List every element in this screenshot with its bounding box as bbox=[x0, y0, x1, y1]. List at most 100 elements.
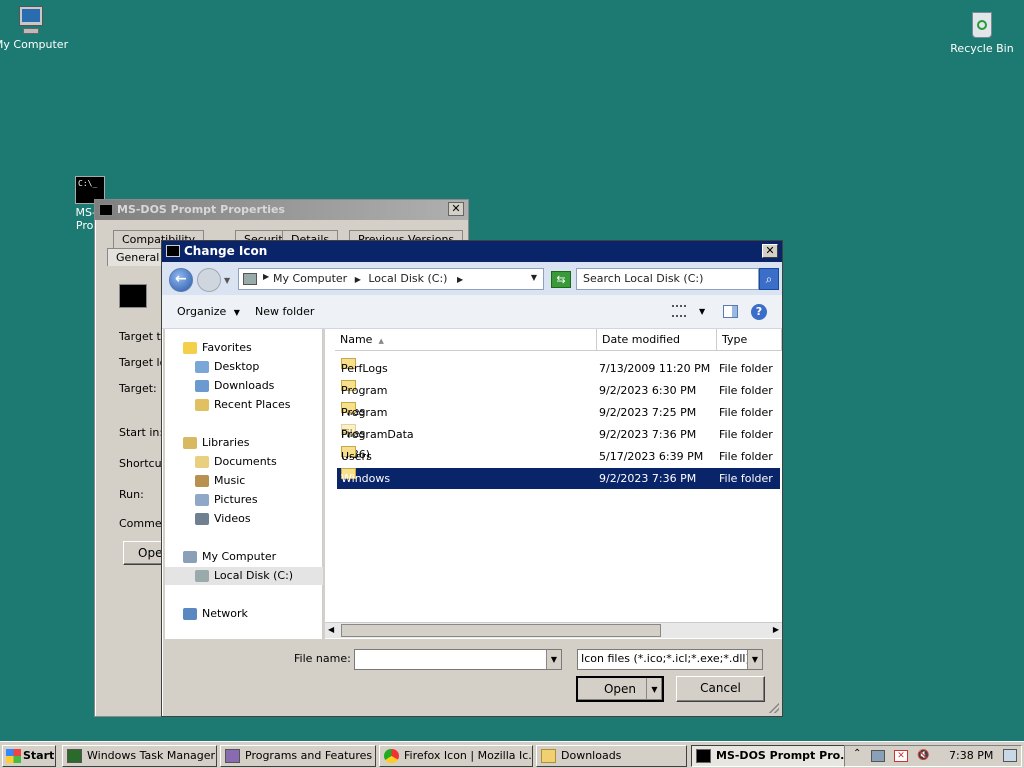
back-button[interactable]: ← bbox=[169, 268, 193, 292]
volume-muted-icon[interactable]: 🔇 bbox=[917, 750, 931, 762]
desktop-icon-label: Recycle Bin bbox=[950, 42, 1014, 55]
tab-general[interactable]: General bbox=[107, 248, 169, 266]
dialog-titlebar[interactable]: Change Icon ✕ bbox=[162, 241, 782, 262]
table-row[interactable]: Program Files9/2/2023 6:30 PMFile folder bbox=[337, 380, 780, 418]
nav-local-disk[interactable]: Local Disk (C:) bbox=[165, 567, 323, 585]
shortcut-icon bbox=[119, 284, 147, 308]
recent-places-icon bbox=[195, 399, 209, 411]
table-row[interactable]: ProgramData 9/2/2023 7:36 PM File folder bbox=[337, 424, 780, 445]
pictures-icon bbox=[195, 494, 209, 506]
computer-icon bbox=[183, 551, 197, 563]
shortcut-key-label: Shortcu bbox=[119, 457, 162, 470]
new-folder-button[interactable]: New folder bbox=[255, 305, 314, 318]
task-firefox[interactable]: Firefox Icon | Mozilla Ic... bbox=[379, 745, 533, 767]
change-icon-dialog[interactable]: Change Icon ✕ ← ▼ ▶ My Computer ▶ Local … bbox=[161, 240, 783, 717]
table-row[interactable]: Users 5/17/2023 6:39 PM File folder bbox=[337, 446, 780, 467]
folder-icon bbox=[541, 749, 556, 763]
scrollbar-thumb[interactable] bbox=[341, 624, 661, 637]
column-header-date[interactable]: Date modified bbox=[597, 329, 717, 351]
forward-button[interactable] bbox=[197, 268, 221, 292]
dialog-title: Change Icon bbox=[184, 244, 268, 258]
videos-icon bbox=[195, 513, 209, 525]
task-downloads[interactable]: Downloads bbox=[536, 745, 687, 767]
address-bar-area: ← ▼ ▶ My Computer ▶ Local Disk (C:) ▶ ▼ … bbox=[162, 262, 782, 295]
sort-up-icon: ▲ bbox=[378, 337, 384, 345]
chevron-down-icon[interactable]: ▼ bbox=[699, 307, 705, 316]
organize-button[interactable]: Organize ▼ bbox=[177, 305, 240, 318]
file-name-input[interactable]: ▼ bbox=[354, 649, 562, 670]
network-tray-icon[interactable] bbox=[871, 750, 885, 762]
run-label: Run: bbox=[119, 488, 144, 501]
nav-network[interactable]: Network bbox=[183, 605, 341, 623]
column-header-type[interactable]: Type bbox=[717, 329, 782, 351]
chevron-up-icon[interactable]: ⌃ bbox=[853, 748, 861, 759]
drive-icon bbox=[195, 570, 209, 582]
preview-pane-icon[interactable] bbox=[723, 305, 738, 318]
recycle-bin-icon bbox=[969, 8, 995, 40]
chrome-icon bbox=[384, 749, 399, 763]
table-row[interactable]: PerfLogs 7/13/2009 11:20 PM File folder bbox=[337, 358, 780, 379]
desktop-icon-my-computer[interactable]: My Computer bbox=[0, 6, 71, 51]
desktop-icon-recycle-bin[interactable]: Recycle Bin bbox=[942, 8, 1022, 55]
action-center-icon[interactable]: ✕ bbox=[894, 750, 908, 762]
computer-icon bbox=[17, 6, 45, 36]
chevron-down-icon[interactable]: ▼ bbox=[224, 276, 230, 285]
nav-my-computer[interactable]: My Computer bbox=[183, 548, 341, 566]
properties-title: MS-DOS Prompt Properties bbox=[117, 203, 285, 216]
documents-icon bbox=[195, 456, 209, 468]
properties-titlebar[interactable]: MS-DOS Prompt Properties ✕ bbox=[95, 200, 468, 220]
chevron-down-icon[interactable]: ▼ bbox=[546, 650, 561, 669]
close-button[interactable]: ✕ bbox=[448, 202, 464, 216]
resize-grip-icon[interactable] bbox=[769, 703, 779, 713]
nav-favorites[interactable]: Favorites bbox=[183, 339, 341, 357]
programs-icon bbox=[225, 749, 240, 763]
table-row[interactable]: Program Files (x86)9/2/2023 7:25 PMFile … bbox=[337, 402, 780, 461]
table-row-selected[interactable]: Windows 9/2/2023 7:36 PM File folder bbox=[337, 468, 780, 489]
network-icon bbox=[183, 608, 197, 620]
breadcrumb-my-computer[interactable]: My Computer bbox=[273, 272, 347, 285]
column-header-name[interactable]: Name ▲ bbox=[335, 329, 597, 351]
chevron-down-icon[interactable]: ▼ bbox=[531, 273, 537, 282]
horizontal-scrollbar[interactable]: ◀ ▶ bbox=[325, 622, 782, 638]
clock[interactable]: 7:38 PM bbox=[949, 749, 993, 762]
target-location-label: Target lo bbox=[119, 356, 167, 369]
cancel-button[interactable]: Cancel bbox=[676, 676, 765, 702]
search-icon[interactable]: ⌕ bbox=[759, 268, 779, 290]
task-programs-and-features[interactable]: Programs and Features bbox=[220, 745, 376, 767]
command-toolbar: Organize ▼ New folder ▼ ? bbox=[162, 295, 782, 329]
open-button[interactable]: Open ▼ bbox=[576, 676, 664, 702]
file-type-select[interactable]: Icon files (*.ico;*.icl;*.exe;*.dll) ▼ bbox=[577, 649, 763, 670]
windows-logo-icon bbox=[6, 749, 21, 763]
music-icon bbox=[195, 475, 209, 487]
star-icon bbox=[183, 342, 197, 354]
arrow-left-icon: ← bbox=[175, 271, 187, 287]
msdos-icon bbox=[99, 204, 113, 216]
close-button[interactable]: ✕ bbox=[762, 244, 778, 258]
nav-libraries[interactable]: Libraries bbox=[183, 434, 341, 452]
address-field[interactable]: ▶ My Computer ▶ Local Disk (C:) ▶ ▼ bbox=[238, 268, 544, 290]
task-manager-icon bbox=[67, 749, 82, 763]
file-name-label: File name: bbox=[294, 652, 351, 665]
show-desktop-icon[interactable] bbox=[1003, 749, 1017, 762]
downloads-icon bbox=[195, 380, 209, 392]
navigation-pane: Favorites Desktop Downloads Recent Place… bbox=[165, 329, 323, 639]
desktop-icon bbox=[195, 361, 209, 373]
comment-label: Commer bbox=[119, 517, 167, 530]
chevron-down-icon: ▼ bbox=[233, 308, 240, 317]
breadcrumb-local-disk[interactable]: Local Disk (C:) bbox=[368, 272, 447, 285]
refresh-button[interactable]: ⇆ bbox=[551, 271, 571, 288]
scroll-right-icon: ▶ bbox=[772, 625, 779, 634]
msdos-icon bbox=[166, 245, 180, 257]
file-list: Name ▲ Date modified Type PerfLogs 7/13/20… bbox=[325, 329, 782, 639]
view-icon[interactable] bbox=[672, 305, 686, 317]
search-input[interactable]: Search Local Disk (C:) bbox=[576, 268, 759, 290]
help-icon[interactable]: ? bbox=[751, 304, 767, 320]
chevron-down-icon: ▼ bbox=[646, 678, 662, 700]
start-button[interactable]: Start bbox=[2, 745, 56, 767]
library-icon bbox=[183, 437, 197, 449]
chevron-down-icon[interactable]: ▼ bbox=[747, 650, 762, 669]
drive-icon bbox=[243, 273, 257, 285]
desktop-icon-label: My Computer bbox=[0, 38, 69, 51]
task-msdos-prompt-properties[interactable]: MS-DOS Prompt Pro... bbox=[691, 745, 845, 767]
task-windows-task-manager[interactable]: Windows Task Manager bbox=[62, 745, 217, 767]
